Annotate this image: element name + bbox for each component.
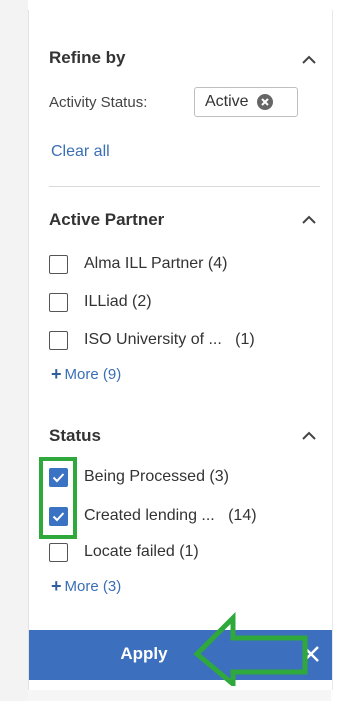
panel-bottom-edge — [28, 690, 331, 701]
arrow-left-icon — [193, 612, 308, 686]
option-count: (2) — [132, 293, 152, 310]
refine-panel: Refine by Activity Status: Active Clear … — [28, 10, 333, 690]
chevron-up-icon[interactable] — [300, 54, 318, 66]
checkbox[interactable] — [49, 292, 68, 312]
chevron-up-icon[interactable] — [300, 430, 318, 442]
option-count: (4) — [207, 255, 228, 272]
partner-option-iso[interactable]: ISO University of ... (1) — [49, 328, 255, 352]
option-count: (1) — [179, 543, 199, 560]
more-label: More (3) — [64, 577, 122, 595]
partner-option-alma[interactable]: Alma ILL Partner (4) — [49, 252, 227, 276]
option-count: (3) — [209, 468, 229, 485]
checkbox-highlight-annotation — [39, 457, 77, 539]
plus-icon: + — [51, 576, 62, 596]
partner-more-link[interactable]: + More (9) — [51, 365, 121, 383]
option-count: (1) — [235, 331, 255, 348]
chip-label: Active — [205, 93, 249, 110]
status-option-created-lending[interactable]: Created lending ... (14) — [49, 504, 257, 528]
option-label: Locate failed — [84, 543, 175, 560]
option-label: ISO University of ... — [84, 331, 222, 348]
refine-by-title: Refine by — [49, 48, 126, 67]
option-label: ILLiad — [84, 293, 128, 310]
clear-circle-icon[interactable] — [256, 94, 273, 110]
checkbox[interactable] — [49, 254, 68, 274]
option-label: Being Processed — [84, 468, 205, 485]
left-edge — [0, 0, 28, 701]
chevron-up-icon[interactable] — [300, 214, 318, 226]
option-label: Alma ILL Partner — [84, 255, 204, 272]
partner-option-illiad[interactable]: ILLiad (2) — [49, 290, 152, 314]
divider — [49, 186, 320, 187]
status-option-locate-failed[interactable]: Locate failed (1) — [49, 540, 199, 564]
option-label: Created lending ... — [84, 507, 215, 524]
clear-all-link[interactable]: Clear all — [51, 143, 110, 161]
status-title: Status — [49, 426, 101, 445]
more-label: More (9) — [64, 365, 122, 383]
status-more-link[interactable]: + More (3) — [51, 577, 121, 595]
checkbox[interactable] — [49, 542, 68, 562]
plus-icon: + — [51, 364, 62, 384]
activity-status-label: Activity Status: — [49, 94, 148, 111]
active-filter-chip[interactable]: Active — [194, 87, 298, 117]
active-partner-title: Active Partner — [49, 210, 165, 229]
checkbox[interactable] — [49, 330, 68, 350]
option-count: (14) — [228, 507, 257, 524]
